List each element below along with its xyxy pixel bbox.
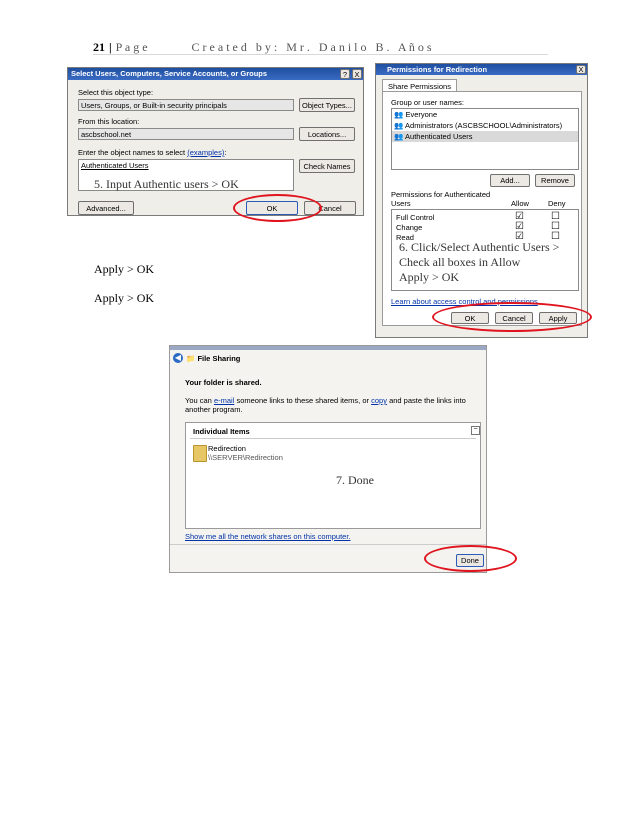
highlight-ok-apply-ellipse bbox=[432, 302, 592, 332]
page-word: P a g e bbox=[115, 40, 148, 54]
individual-items-header: Individual Items bbox=[193, 427, 250, 436]
add-button[interactable]: Add... bbox=[490, 174, 530, 187]
highlight-ok-ellipse bbox=[233, 194, 322, 222]
page-number: 21 bbox=[93, 40, 105, 54]
created-by: C r e a t e d b y : M r . D a n i l o B … bbox=[191, 40, 432, 54]
allow-header: Allow bbox=[511, 199, 529, 208]
object-type-label: Select this object type: bbox=[78, 88, 154, 97]
tab-panel: Group or user names: 👥 Everyone 👥 Admini… bbox=[382, 91, 582, 326]
location-label: From this location: bbox=[78, 117, 140, 126]
folder-icon bbox=[193, 445, 207, 462]
user-icon: 👥 bbox=[394, 110, 404, 119]
shared-folder-item[interactable]: Redirection \\SERVER\Redirection bbox=[208, 444, 283, 462]
back-arrow-icon[interactable]: ◀ bbox=[173, 353, 183, 363]
footer-divider bbox=[170, 544, 486, 545]
list-item-selected[interactable]: 👥 Authenticated Users bbox=[392, 131, 578, 142]
permissions-titlebar: Permissions for Redirection bbox=[376, 64, 587, 75]
users-list[interactable]: 👥 Everyone 👥 Administrators (ASCBSCHOOL\… bbox=[391, 108, 579, 170]
table-row: Full Control ☑ ☐ bbox=[396, 211, 560, 223]
allow-checkbox[interactable]: ☑ bbox=[515, 212, 524, 222]
file-sharing-window: ◀ 📁 File Sharing Your folder is shared. … bbox=[169, 345, 487, 573]
copy-link[interactable]: copy bbox=[371, 396, 387, 405]
deny-header: Deny bbox=[548, 199, 566, 208]
user-icon: 👥 bbox=[394, 132, 404, 141]
object-type-field: Users, Groups, or Built-in security prin… bbox=[78, 99, 294, 111]
permissions-close-icon[interactable]: X bbox=[576, 65, 586, 74]
permissions-for-label: Permissions for Authenticated Users bbox=[391, 190, 491, 208]
permissions-dialog: Permissions for Redirection X Share Perm… bbox=[375, 63, 588, 338]
location-field: ascbschool.net bbox=[78, 128, 294, 140]
select-dialog-titlebar: Select Users, Computers, Service Account… bbox=[68, 68, 363, 80]
page-header: 21 | P a g e C r e a t e d b y : M r . D… bbox=[93, 38, 548, 55]
shared-message: Your folder is shared. bbox=[185, 378, 262, 387]
object-types-button[interactable]: Object Types... bbox=[299, 98, 355, 112]
caption-step-6: 6. Click/Select Authentic Users > Check … bbox=[399, 240, 560, 285]
caption-step-5: 5. Input Authentic users > OK bbox=[94, 177, 239, 191]
help-button[interactable]: ? bbox=[340, 69, 350, 79]
allow-checkbox[interactable]: ☑ bbox=[515, 222, 524, 232]
caption-step-7: 7. Done bbox=[336, 473, 374, 487]
share-instructions: You can e-mail someone links to these sh… bbox=[185, 396, 466, 414]
share-icon: 📁 bbox=[186, 354, 196, 363]
list-item[interactable]: 👥 Everyone bbox=[392, 109, 578, 120]
deny-checkbox[interactable]: ☐ bbox=[551, 212, 560, 222]
collapse-icon[interactable]: − bbox=[471, 426, 480, 435]
file-sharing-title: 📁 File Sharing bbox=[186, 354, 241, 363]
permissions-title: Permissions for Redirection bbox=[387, 65, 488, 74]
examples-link[interactable]: (examples) bbox=[187, 148, 224, 157]
header-divider bbox=[190, 438, 476, 439]
remove-button[interactable]: Remove bbox=[535, 174, 575, 187]
individual-items-panel: Individual Items − Redirection \\SERVER\… bbox=[185, 422, 481, 529]
header-separator: | bbox=[109, 40, 112, 54]
select-dialog-title: Select Users, Computers, Service Account… bbox=[71, 69, 268, 78]
show-shares-link[interactable]: Show me all the network shares on this c… bbox=[185, 532, 351, 541]
apply-ok-note-2: Apply > OK bbox=[94, 291, 155, 305]
user-icon: 👥 bbox=[394, 121, 404, 130]
table-row: Change ☑ ☐ bbox=[396, 221, 560, 233]
highlight-done-ellipse bbox=[424, 545, 517, 572]
names-label: Enter the object names to select (exampl… bbox=[78, 148, 227, 157]
window-top-strip bbox=[170, 346, 486, 350]
close-icon[interactable]: X bbox=[352, 69, 362, 79]
check-names-button[interactable]: Check Names bbox=[299, 159, 355, 173]
apply-ok-note-1: Apply > OK bbox=[94, 262, 155, 276]
deny-checkbox[interactable]: ☐ bbox=[551, 222, 560, 232]
email-link[interactable]: e-mail bbox=[214, 396, 234, 405]
select-users-dialog: Select Users, Computers, Service Account… bbox=[67, 67, 364, 216]
locations-button[interactable]: Locations... bbox=[299, 127, 355, 141]
advanced-button[interactable]: Advanced... bbox=[78, 201, 134, 215]
list-item[interactable]: 👥 Administrators (ASCBSCHOOL\Administrat… bbox=[392, 120, 578, 131]
group-label: Group or user names: bbox=[391, 98, 464, 107]
